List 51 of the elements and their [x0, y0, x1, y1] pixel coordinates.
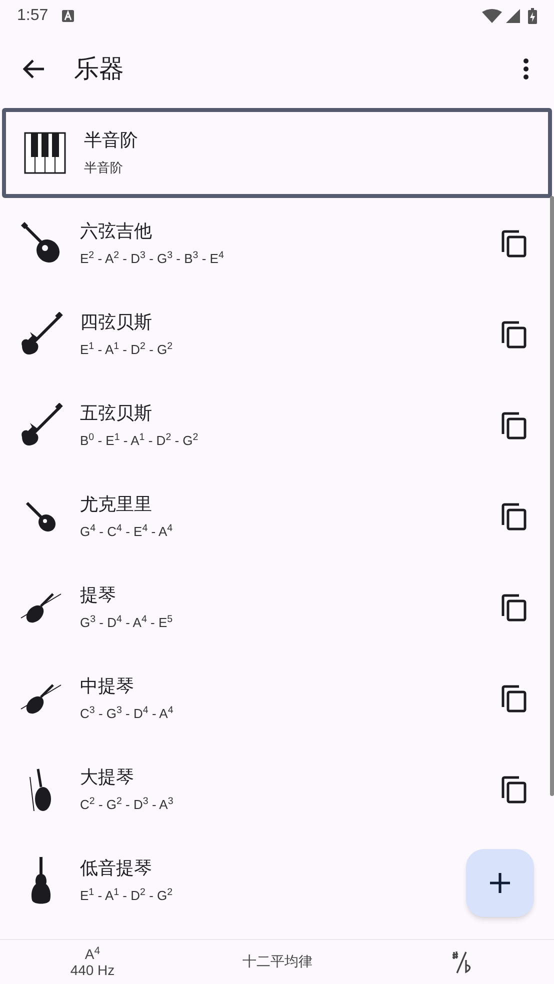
instrument-item[interactable]: 四弦贝斯 E$^{1}$ - A$^{1}$ - D$^{2}$ - G$^{2}$	[2, 289, 552, 380]
screen-title: 乐器	[74, 53, 124, 86]
sharp-flat-icon	[451, 950, 473, 974]
more-options-icon	[523, 58, 529, 80]
instrument-item[interactable]: 低音提琴 E$^{1}$ - A$^{1}$ - D$^{2}$ - G$^{2}$	[2, 835, 552, 926]
instrument-name: 中提琴	[80, 674, 135, 698]
piano-keys-icon	[24, 132, 66, 174]
instrument-name: 尤克里里	[80, 492, 153, 516]
copy-icon	[501, 230, 527, 258]
tuning-notes: G$^{3}$ - D$^{4}$ - A$^{4}$ - E$^{5}$	[80, 614, 174, 632]
instrument-item[interactable]: 尤克里里 G$^{4}$ - C$^{4}$ - E$^{4}$ - A$^{4}$	[2, 471, 552, 562]
plus-icon	[490, 873, 510, 893]
wifi-icon	[482, 9, 502, 23]
tuning-notes: B$^{0}$ - E$^{1}$ - A$^{1}$ - D$^{2}$ - G$^{2}$	[80, 432, 200, 450]
instrument-name: 提琴	[80, 584, 117, 608]
back-arrow-icon	[23, 59, 45, 79]
copy-icon	[501, 502, 527, 530]
instrument-name: 大提琴	[80, 766, 135, 790]
tuning-notes: E$^{1}$ - A$^{1}$ - D$^{2}$ - G$^{2}$	[80, 340, 174, 358]
instrument-name: 半音阶	[84, 129, 139, 153]
reference-frequency: 440 Hz	[70, 962, 115, 978]
tuning-notes: C$^{2}$ - G$^{2}$ - D$^{3}$ - A$^{3}$	[80, 796, 174, 814]
instrument-item[interactable]: 中提琴 C$^{3}$ - G$^{3}$ - D$^{4}$ - A$^{4}$	[2, 653, 552, 744]
battery-icon	[528, 8, 537, 24]
instrument-item[interactable]: 半音阶 半音阶	[2, 108, 552, 198]
tuning-notes: E$^{2}$ - A$^{2}$ - D$^{3}$ - G$^{3}$ - B$^{3}$ - E$^{4}$	[80, 250, 225, 268]
instrument-item[interactable]: 六弦吉他 E$^{2}$ - A$^{2}$ - D$^{3}$ - G$^{3}$ - B$^{3}$ - E$^{4}$	[2, 198, 552, 289]
instrument-item[interactable]: 五弦贝斯 B$^{0}$ - E$^{1}$ - A$^{1}$ - D$^{2}$ - G$^{2}$	[2, 380, 552, 471]
copy-icon	[501, 684, 527, 712]
copy-icon	[501, 594, 527, 622]
tuning-notes: C$^{3}$ - G$^{3}$ - D$^{4}$ - A$^{4}$	[80, 704, 174, 722]
copy-icon	[501, 320, 527, 348]
instrument-item[interactable]: 提琴 G$^{3}$ - D$^{4}$ - A$^{4}$ - E$^{5}$	[2, 562, 552, 653]
tuning-notes: E$^{1}$ - A$^{1}$ - D$^{2}$ - G$^{2}$	[80, 886, 174, 904]
instrument-name: 五弦贝斯	[80, 402, 153, 426]
copy-icon	[501, 412, 527, 440]
instrument-name: 六弦吉他	[80, 220, 153, 244]
double-bass-icon	[29, 856, 53, 906]
reference-note: A$^{4}$	[84, 946, 100, 962]
status-time: 1:57	[17, 6, 48, 26]
instrument-name: 四弦贝斯	[80, 310, 153, 334]
add-button[interactable]	[466, 849, 534, 917]
instrument-item[interactable]: 大提琴 C$^{2}$ - G$^{2}$ - D$^{3}$ - A$^{3}$	[2, 744, 552, 835]
copy-icon	[501, 776, 527, 804]
temperament-button[interactable]: 十二平均律	[185, 952, 370, 972]
instrument-name: 低音提琴	[80, 856, 153, 880]
keyboard-notification-icon	[62, 10, 74, 22]
tuning-notes: G$^{4}$ - C$^{4}$ - E$^{4}$ - A$^{4}$	[80, 522, 174, 540]
signal-icon	[506, 9, 520, 23]
reference-pitch-button[interactable]: A$^{4}$ 440 Hz	[0, 946, 185, 978]
tuning-notes: 半音阶	[84, 159, 124, 177]
